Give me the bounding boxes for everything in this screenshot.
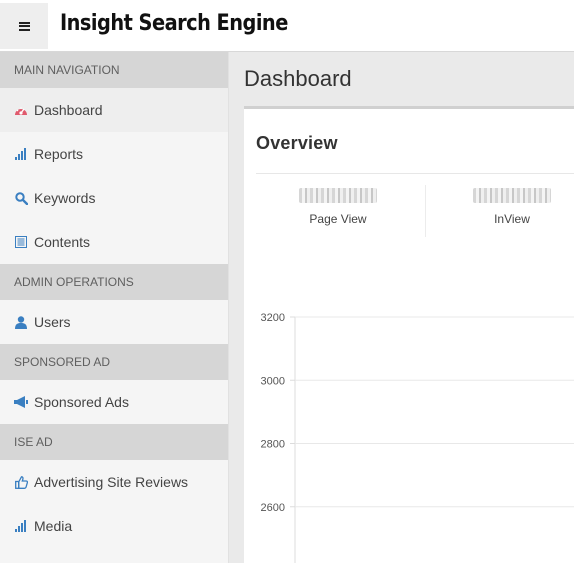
divider [256, 173, 574, 174]
y-tick-label: 3200 [261, 312, 285, 324]
sidebar-item-label: Media [34, 518, 73, 534]
sidebar-item-reports[interactable]: Reports [0, 132, 229, 176]
sidebar-item-label: Sponsored Ads [34, 394, 129, 410]
y-tick-label: 3000 [261, 375, 285, 387]
sidebar-item-label: Keywords [34, 190, 96, 206]
bullhorn-icon [14, 395, 28, 409]
y-tick-label: 2600 [261, 502, 285, 514]
page-title: Dashboard [244, 66, 352, 91]
brand-title[interactable]: Insight Search Engine [60, 11, 288, 36]
sidebar-item-dashboard[interactable]: Dashboard [0, 88, 229, 132]
menu-toggle-button[interactable] [0, 3, 48, 49]
y-tick-label: 2800 [261, 439, 285, 451]
stat-label: InView [494, 212, 530, 226]
stat-page-view: Page View [258, 188, 418, 226]
sidebar-item-contents[interactable]: Contents [0, 220, 229, 264]
list-icon [14, 235, 28, 249]
stat-value-redacted [299, 188, 377, 203]
section-header-ise-ad: ISE AD [0, 424, 229, 460]
bar-chart-icon [14, 147, 28, 161]
panel-title: Overview [256, 133, 338, 153]
sidebar-item-keywords[interactable]: Keywords [0, 176, 229, 220]
hamburger-icon [18, 21, 30, 31]
thumbs-up-icon [14, 475, 28, 489]
sidebar-item-sponsored-ads[interactable]: Sponsored Ads [0, 380, 229, 424]
user-icon [14, 315, 28, 329]
sidebar: MAIN NAVIGATION Dashboard Reports Keywor… [0, 52, 229, 563]
dashboard-icon [14, 103, 28, 117]
stat-inview: InView [432, 188, 574, 226]
section-header-admin-operations: ADMIN OPERATIONS [0, 264, 229, 300]
sidebar-item-label: Advertising Site Reviews [34, 474, 189, 490]
sidebar-item-label: Users [34, 314, 71, 330]
bar-chart-icon [14, 519, 28, 533]
sidebar-item-users[interactable]: Users [0, 300, 229, 344]
section-header-main-navigation: MAIN NAVIGATION [0, 52, 229, 88]
overview-panel: Overview Page View InView 3200 3000 2800 26… [244, 106, 574, 563]
search-icon [14, 191, 28, 205]
section-header-sponsored-ad: SPONSORED AD [0, 344, 229, 380]
stat-value-redacted [473, 188, 551, 203]
main-content: Dashboard Overview Page View InView 3200… [229, 52, 574, 563]
sidebar-item-media[interactable]: Media [0, 504, 229, 548]
top-header: Insight Search Engine [0, 0, 574, 52]
sidebar-item-label: Reports [34, 146, 84, 162]
overview-chart: 32003000280026002400 [261, 312, 574, 563]
sidebar-item-advertising-site-reviews[interactable]: Advertising Site Reviews [0, 460, 229, 504]
sidebar-item-label: Contents [34, 234, 91, 250]
stat-label: Page View [309, 212, 367, 226]
sidebar-item-label: Dashboard [34, 102, 103, 118]
divider [425, 185, 426, 237]
